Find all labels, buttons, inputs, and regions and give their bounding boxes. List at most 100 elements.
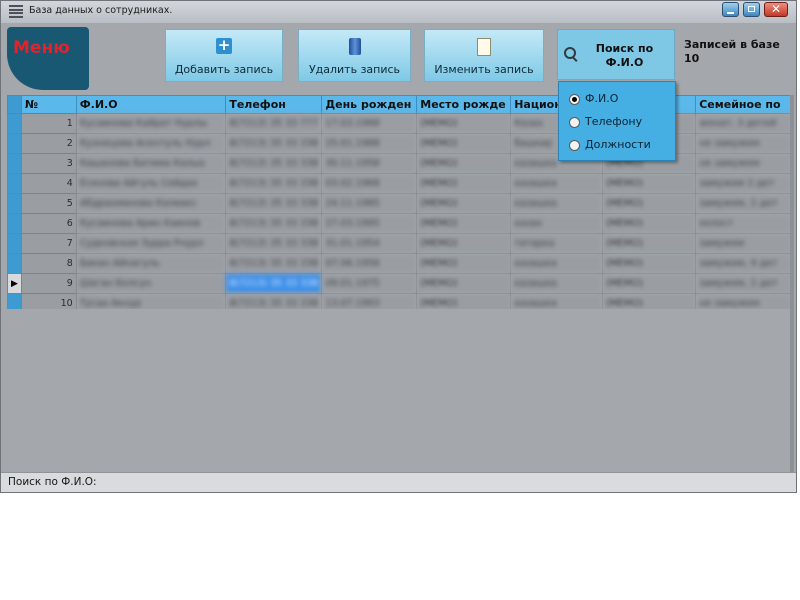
table-cell-extra[interactable]: (MEMO) (601, 193, 697, 214)
table-row[interactable]: 10 Тусаа Акнур 8(7213) 35 33 338 13.07.1993… (7, 293, 793, 309)
table-cell-fio[interactable]: Кашанова Батима Калых (75, 153, 227, 174)
table-cell-birthday[interactable]: 03.02.1968 (321, 173, 418, 194)
table-cell-num[interactable]: 9 (20, 273, 77, 294)
table-cell-family[interactable]: не замужем (695, 153, 793, 174)
table-cell-birthday[interactable]: 17.03.1968 (321, 113, 418, 134)
table-cell-place[interactable]: (MEMO) (416, 173, 512, 194)
search-button[interactable]: Поиск по Ф.И.О (557, 29, 675, 80)
table-cell-phone[interactable]: 8(7213) 35 33 338 (225, 293, 323, 309)
table-cell-birthday[interactable]: 27.03.1995 (321, 213, 418, 234)
table-cell-phone[interactable]: 8(7213) 35 33 338 (225, 273, 323, 294)
table-cell-fio[interactable]: Шаган Болсун (75, 273, 227, 294)
table-cell-extra[interactable]: (MEMO) (601, 293, 697, 309)
search-option-fio[interactable]: Ф.И.О (569, 92, 618, 106)
table-cell-place[interactable]: (MEMO) (416, 213, 512, 234)
table-cell-fio[interactable]: Кусаинова Кайрат Нурлы (75, 113, 227, 134)
table-cell-nation[interactable]: казашка (510, 193, 603, 214)
table-row[interactable]: 4 Есенова Айгуль Сейдах 8(7213) 35 33 338 0… (7, 173, 793, 194)
table-cell-fio[interactable]: Тусаа Акнур (75, 293, 227, 309)
table-cell-place[interactable]: (MEMO) (416, 233, 512, 254)
table-cell-nation[interactable]: казашка (510, 273, 603, 294)
table-cell-place[interactable]: (MEMO) (416, 133, 512, 154)
title-bar[interactable]: База данных о сотрудниках. ✕ (1, 1, 796, 23)
minimize-button[interactable] (722, 2, 739, 17)
radio-fio[interactable] (569, 93, 580, 105)
table-row[interactable]: ▶ 9 Шаган Болсун 8(7213) 35 33 338 09.01.197… (7, 273, 793, 294)
table-cell-family[interactable]: не замужем (695, 133, 793, 154)
table-cell-nation[interactable]: казах (510, 213, 603, 234)
table-cell-place[interactable]: (MEMO) (416, 273, 512, 294)
table-cell-extra[interactable]: (MEMO) (601, 233, 697, 254)
table-cell-birthday[interactable]: 09.01.1975 (321, 273, 418, 294)
table-cell-extra[interactable]: (MEMO) (601, 253, 697, 274)
table-cell-family[interactable]: замужем, 2 дет (695, 193, 793, 214)
row-indicator[interactable] (7, 153, 22, 174)
column-header[interactable]: Семейное по (695, 95, 793, 114)
table-row[interactable]: 5 Абдрахманова Калиакс 8(7213) 35 33 338 24… (7, 193, 793, 214)
table-cell-place[interactable]: (MEMO) (416, 193, 512, 214)
table-cell-birthday[interactable]: 31.01.1954 (321, 233, 418, 254)
current-row-indicator[interactable]: ▶ (7, 273, 22, 294)
table-cell-birthday[interactable]: 30.11.1958 (321, 153, 418, 174)
table-cell-phone[interactable]: 8(7213) 35 33 338 (225, 193, 323, 214)
menu-button[interactable]: Меню (7, 27, 89, 90)
table-cell-num[interactable]: 2 (20, 133, 77, 154)
column-header[interactable]: Телефон (225, 95, 323, 114)
row-indicator[interactable] (7, 193, 22, 214)
row-indicator[interactable] (7, 253, 22, 274)
table-cell-nation[interactable]: татарка (510, 233, 603, 254)
table-cell-num[interactable]: 3 (20, 153, 77, 174)
table-row[interactable]: 8 Бакан Айнагуль 8(7213) 35 33 338 07.06.19… (7, 253, 793, 274)
table-cell-birthday[interactable]: 13.07.1993 (321, 293, 418, 309)
table-cell-fio[interactable]: Абдрахманова Калиакс (75, 193, 227, 214)
table-cell-family[interactable]: женат, 3 детей (695, 113, 793, 134)
table-cell-birthday[interactable]: 25.01.1988 (321, 133, 418, 154)
table-cell-fio[interactable]: Кузнецова Асентуль Нурл (75, 133, 227, 154)
column-header[interactable]: День рожден (321, 95, 418, 114)
maximize-button[interactable] (743, 2, 760, 17)
table-cell-place[interactable]: (MEMO) (416, 253, 512, 274)
table-cell-nation[interactable]: казашка (510, 253, 603, 274)
table-cell-extra[interactable]: (MEMO) (601, 213, 697, 234)
table-cell-family[interactable]: замужем, 2 дет (695, 273, 793, 294)
column-header[interactable]: Место рожде (416, 95, 512, 114)
table-cell-phone[interactable]: 8(7213) 35 33 338 (225, 233, 323, 254)
table-cell-place[interactable]: (MEMO) (416, 113, 512, 134)
table-cell-num[interactable]: 6 (20, 213, 77, 234)
column-header[interactable]: Ф.И.О (75, 95, 227, 114)
add-record-button[interactable]: + Добавить запись (165, 29, 283, 82)
table-cell-birthday[interactable]: 07.06.1956 (321, 253, 418, 274)
table-cell-fio[interactable]: Кусаинова Арин Каинов (75, 213, 227, 234)
table-cell-extra[interactable]: (MEMO) (601, 273, 697, 294)
table-cell-num[interactable]: 7 (20, 233, 77, 254)
table-cell-fio[interactable]: Судковская Зурра Рнурл (75, 233, 227, 254)
radio-position[interactable] (569, 139, 580, 151)
table-cell-nation[interactable]: казашка (510, 173, 603, 194)
radio-phone[interactable] (569, 116, 580, 128)
table-cell-family[interactable]: замужем 2 дет (695, 173, 793, 194)
table-cell-fio[interactable]: Есенова Айгуль Сейдах (75, 173, 227, 194)
table-cell-family[interactable]: замужем, 4 дет (695, 253, 793, 274)
table-cell-place[interactable]: (MEMO) (416, 153, 512, 174)
table-cell-phone[interactable]: 8(7213) 35 33 338 (225, 173, 323, 194)
search-option-phone[interactable]: Телефону (569, 115, 642, 129)
table-cell-num[interactable]: 5 (20, 193, 77, 214)
table-cell-family[interactable]: замужем (695, 233, 793, 254)
table-cell-fio[interactable]: Бакан Айнагуль (75, 253, 227, 274)
table-cell-nation[interactable]: казашка (510, 293, 603, 309)
row-indicator[interactable] (7, 113, 22, 134)
delete-record-button[interactable]: Удалить запись (298, 29, 411, 82)
table-cell-family[interactable]: холост (695, 213, 793, 234)
table-row[interactable]: 7 Судковская Зурра Рнурл 8(7213) 35 33 338… (7, 233, 793, 254)
row-indicator[interactable] (7, 173, 22, 194)
search-option-position[interactable]: Должности (569, 138, 651, 152)
system-menu-icon[interactable] (9, 5, 23, 18)
table-cell-extra[interactable]: (MEMO) (601, 173, 697, 194)
table-cell-phone[interactable]: 8(7213) 35 33 338 (225, 253, 323, 274)
table-cell-num[interactable]: 8 (20, 253, 77, 274)
table-cell-phone[interactable]: 8(7213) 35 33 777 (225, 113, 323, 134)
row-indicator[interactable] (7, 133, 22, 154)
column-header[interactable]: № (20, 95, 77, 114)
row-indicator[interactable] (7, 213, 22, 234)
table-cell-phone[interactable]: 8(7213) 35 33 338 (225, 133, 323, 154)
